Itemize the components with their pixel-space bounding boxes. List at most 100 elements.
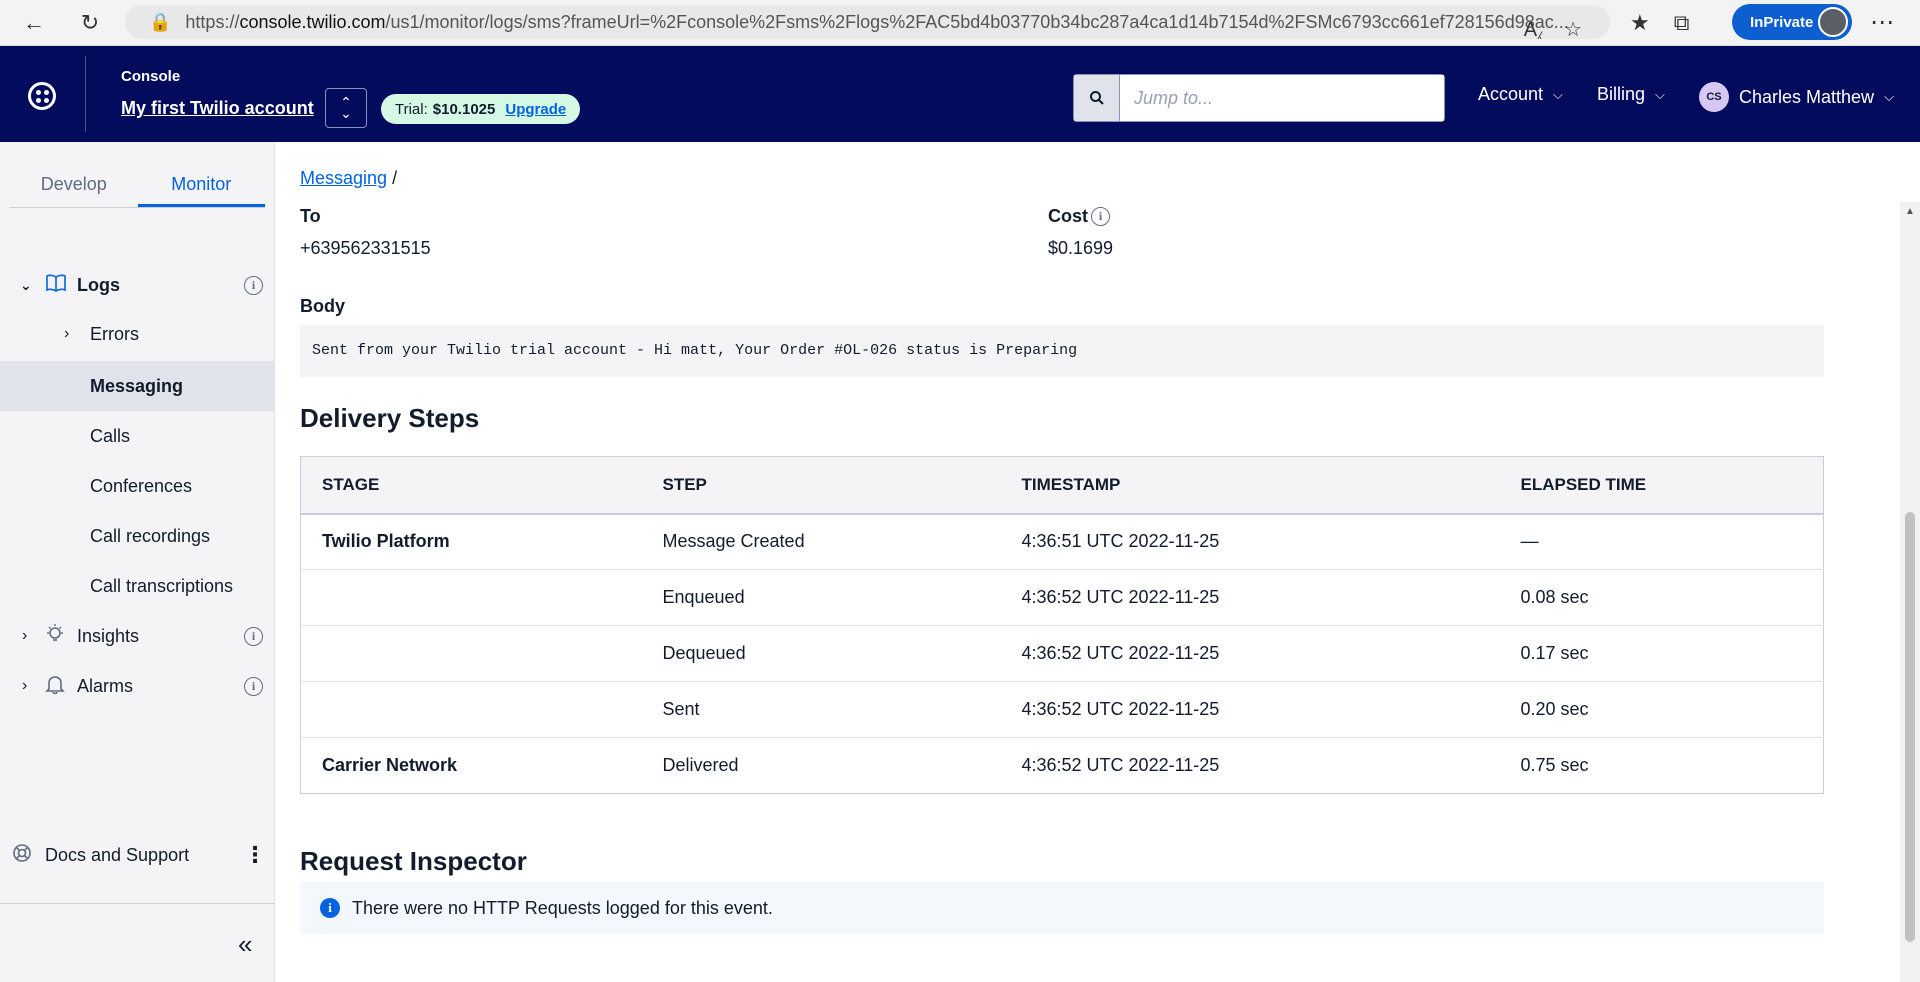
tab-monitor[interactable]: Monitor bbox=[137, 162, 265, 207]
cost-label: Cost bbox=[1048, 206, 1088, 226]
table-header-row: STAGE STEP TIMESTAMP ELAPSED TIME bbox=[300, 456, 1824, 515]
sidebar-item-label: Calls bbox=[90, 425, 131, 446]
scroll-up-icon[interactable]: ▲ bbox=[1905, 206, 1915, 217]
back-icon[interactable]: ← bbox=[12, 0, 56, 46]
sidebar-item-insights[interactable]: › Insights i bbox=[0, 611, 275, 661]
trial-balance-badge: Trial: $10.1025 Upgrade bbox=[381, 94, 581, 124]
request-inspector-title: Request Inspector bbox=[300, 846, 527, 876]
sidebar-item-label: Alarms bbox=[77, 675, 134, 696]
cost-value: $0.1699 bbox=[1048, 238, 1114, 258]
column-header-step: STEP bbox=[641, 456, 1001, 515]
chevron-down-icon: ⌄ bbox=[20, 276, 32, 293]
table-row: Sent 4:36:52 UTC 2022-11-25 0.20 sec bbox=[300, 681, 1824, 738]
browser-toolbar: ← ↻ 🔒 https://console.twilio.com/us1/mon… bbox=[0, 0, 1920, 46]
step-cell: Enqueued bbox=[641, 569, 1001, 626]
delivery-steps-table: STAGE STEP TIMESTAMP ELAPSED TIME Twilio… bbox=[300, 456, 1824, 794]
info-icon[interactable]: i bbox=[244, 275, 263, 295]
url-prefix: https:// bbox=[185, 11, 240, 32]
info-icon[interactable]: i bbox=[244, 626, 263, 646]
favorites-icon[interactable]: ★ bbox=[1630, 10, 1650, 36]
step-cell: Sent bbox=[641, 681, 1001, 738]
read-aloud-icon[interactable]: A⁁ bbox=[1524, 17, 1542, 39]
account-switcher-button[interactable]: ⌃ ⌄ bbox=[325, 88, 367, 128]
account-menu[interactable]: Account ⌵ bbox=[1478, 84, 1563, 105]
sidebar-item-calls[interactable]: Calls bbox=[0, 411, 275, 461]
info-icon: i bbox=[320, 898, 340, 918]
twilio-logo-icon[interactable] bbox=[28, 82, 56, 110]
sidebar-item-logs[interactable]: ⌄ Logs i bbox=[0, 260, 275, 310]
lifebuoy-icon bbox=[12, 843, 32, 868]
account-name-link[interactable]: My first Twilio account bbox=[121, 98, 314, 119]
column-header-elapsed-time: ELAPSED TIME bbox=[1499, 456, 1824, 515]
account-menu-label: Account bbox=[1478, 84, 1544, 104]
sidebar-item-errors[interactable]: › Errors bbox=[0, 309, 275, 359]
jump-to-search bbox=[1073, 74, 1445, 122]
step-cell: Message Created bbox=[641, 513, 1001, 570]
upgrade-link[interactable]: Upgrade bbox=[505, 101, 566, 118]
column-header-stage: STAGE bbox=[300, 456, 642, 515]
sidebar-item-label: Insights bbox=[77, 625, 140, 646]
docs-and-support[interactable]: Docs and Support ⋮ bbox=[0, 830, 275, 880]
sidebar-item-label: Call recordings bbox=[90, 525, 211, 546]
info-icon[interactable]: i bbox=[1091, 207, 1110, 226]
inprivate-badge[interactable]: InPrivate bbox=[1732, 4, 1852, 40]
docs-support-label: Docs and Support bbox=[45, 844, 190, 865]
sidebar-tabs: Develop Monitor bbox=[10, 162, 265, 208]
stage-cell: Twilio Platform bbox=[300, 513, 642, 570]
sidebar-item-label: Call transcriptions bbox=[90, 575, 234, 596]
stage-cell bbox=[300, 625, 642, 682]
chevron-down-icon: ⌄ bbox=[340, 105, 352, 121]
collapse-sidebar-icon[interactable]: « bbox=[238, 929, 252, 960]
to-value: +639562331515 bbox=[300, 238, 431, 258]
scrollbar-thumb[interactable] bbox=[1905, 512, 1915, 942]
kebab-menu-icon[interactable]: ⋮ bbox=[244, 842, 266, 868]
stage-cell: Carrier Network bbox=[300, 737, 642, 794]
billing-menu[interactable]: Billing ⌵ bbox=[1597, 84, 1665, 105]
info-icon[interactable]: i bbox=[244, 676, 263, 696]
inspector-message: There were no HTTP Requests logged for t… bbox=[352, 897, 773, 918]
breadcrumb-messaging-link[interactable]: Messaging bbox=[300, 168, 387, 188]
step-cell: Delivered bbox=[641, 737, 1001, 794]
lock-icon: 🔒 bbox=[149, 11, 172, 32]
body-label: Body bbox=[300, 296, 345, 316]
search-input[interactable] bbox=[1120, 75, 1444, 121]
table-row: Twilio Platform Message Created 4:36:51 … bbox=[300, 513, 1824, 570]
sidebar-divider bbox=[0, 903, 275, 904]
sidebar-item-messaging[interactable]: Messaging bbox=[0, 361, 275, 411]
main-content: Messaging / To +639562331515 Cost i $0.1… bbox=[275, 142, 1900, 982]
stage-cell bbox=[300, 569, 642, 626]
chevron-down-icon: ⌵ bbox=[1655, 86, 1665, 102]
sidebar-item-conferences[interactable]: Conferences bbox=[0, 461, 275, 511]
sidebar-item-label: Errors bbox=[90, 323, 139, 344]
address-bar[interactable]: 🔒 https://console.twilio.com/us1/monitor… bbox=[125, 5, 1610, 39]
sidebar-item-call-transcriptions[interactable]: Call transcriptions bbox=[0, 561, 275, 611]
elapsed-cell: — bbox=[1499, 513, 1824, 570]
trial-balance: $10.1025 bbox=[432, 100, 496, 118]
sidebar-item-label: Conferences bbox=[90, 475, 193, 496]
billing-menu-label: Billing bbox=[1597, 84, 1646, 104]
lightbulb-icon bbox=[45, 623, 65, 650]
collections-icon[interactable]: ⧉ bbox=[1674, 10, 1690, 36]
sidebar-item-call-recordings[interactable]: Call recordings bbox=[0, 511, 275, 561]
step-cell: Dequeued bbox=[641, 625, 1001, 682]
page-scrollbar[interactable]: ▲ bbox=[1900, 202, 1920, 982]
sidebar-item-alarms[interactable]: › Alarms i bbox=[0, 661, 275, 711]
breadcrumb-separator: / bbox=[392, 168, 398, 188]
timestamp-cell: 4:36:52 UTC 2022-11-25 bbox=[1000, 569, 1500, 626]
refresh-icon[interactable]: ↻ bbox=[68, 0, 112, 46]
user-menu[interactable]: CS Charles Matthew ⌵ bbox=[1699, 82, 1894, 112]
profile-avatar bbox=[1818, 7, 1848, 37]
add-favorite-icon[interactable]: ☆ bbox=[1564, 17, 1582, 39]
message-body: Sent from your Twilio trial account - Hi… bbox=[300, 325, 1824, 377]
search-icon[interactable] bbox=[1074, 75, 1120, 121]
sidebar-item-label: Messaging bbox=[90, 375, 184, 396]
more-icon[interactable]: ⋯ bbox=[1870, 8, 1895, 37]
column-header-timestamp: TIMESTAMP bbox=[1000, 456, 1500, 515]
delivery-steps-title: Delivery Steps bbox=[300, 403, 480, 433]
chevron-right-icon: › bbox=[22, 627, 28, 644]
console-label: Console bbox=[121, 68, 181, 85]
user-name: Charles Matthew bbox=[1739, 86, 1875, 107]
tab-develop[interactable]: Develop bbox=[10, 162, 138, 207]
bell-icon bbox=[45, 673, 65, 700]
timestamp-cell: 4:36:52 UTC 2022-11-25 bbox=[1000, 681, 1500, 738]
